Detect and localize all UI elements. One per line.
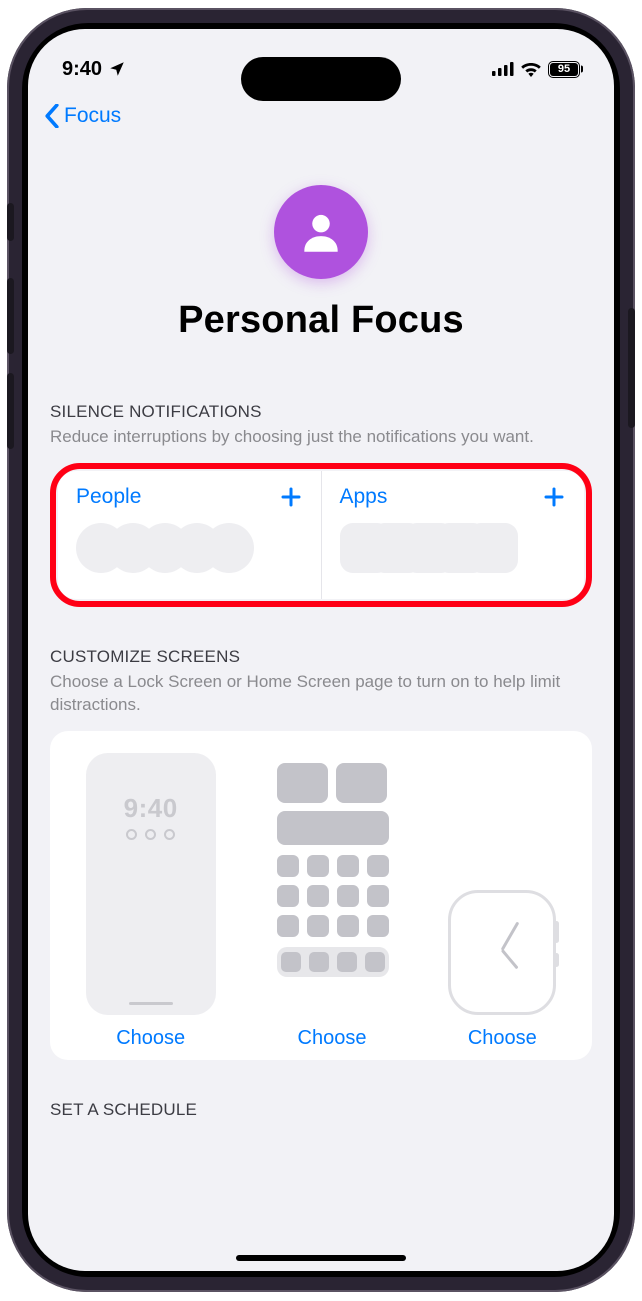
back-label: Focus <box>64 104 121 128</box>
people-label: People <box>76 485 141 509</box>
schedule-section: SET A SCHEDULE <box>28 1060 614 1120</box>
apps-placeholder <box>340 523 518 573</box>
screen: 9:40 95 Focus <box>28 29 614 1271</box>
lock-screen-option[interactable]: 9:40 Choose <box>86 753 216 1050</box>
people-cell[interactable]: People <box>58 471 321 599</box>
add-people-icon[interactable] <box>279 485 303 509</box>
apps-label: Apps <box>340 485 388 509</box>
screens-card: 9:40 Choose Choose <box>50 731 592 1060</box>
hero: Personal Focus <box>28 143 614 362</box>
location-icon <box>108 60 126 78</box>
silence-subtext: Reduce interruptions by choosing just th… <box>50 426 592 449</box>
status-bar: 9:40 95 <box>28 29 614 89</box>
back-button[interactable]: Focus <box>44 104 121 128</box>
wifi-icon <box>520 61 542 77</box>
lock-time: 9:40 <box>86 793 216 824</box>
choose-home-label: Choose <box>298 1027 367 1050</box>
mute-switch <box>7 203 14 241</box>
watch-preview <box>448 890 556 1015</box>
cellular-icon <box>492 62 514 76</box>
page-title: Personal Focus <box>178 299 464 342</box>
power-button <box>628 308 635 428</box>
add-apps-icon[interactable] <box>542 485 566 509</box>
watch-option[interactable]: Choose <box>448 890 556 1050</box>
choose-lock-label: Choose <box>116 1027 185 1050</box>
choose-watch-label: Choose <box>468 1027 537 1050</box>
lock-screen-preview: 9:40 <box>86 753 216 1015</box>
customize-heading: CUSTOMIZE SCREENS <box>50 647 592 667</box>
home-indicator[interactable] <box>236 1255 406 1261</box>
silence-section: SILENCE NOTIFICATIONS Reduce interruptio… <box>28 362 614 607</box>
phone-frame: 9:40 95 Focus <box>7 8 635 1292</box>
home-screen-preview <box>267 753 397 1015</box>
people-placeholder <box>76 523 254 573</box>
schedule-heading: SET A SCHEDULE <box>50 1100 592 1120</box>
personal-focus-icon <box>274 185 368 279</box>
home-screen-option[interactable]: Choose <box>267 753 397 1050</box>
silence-card: People Apps <box>58 471 584 599</box>
customize-section: CUSTOMIZE SCREENS Choose a Lock Screen o… <box>28 607 614 1060</box>
status-time: 9:40 <box>62 58 102 81</box>
battery-icon: 95 <box>548 61 580 78</box>
customize-subtext: Choose a Lock Screen or Home Screen page… <box>50 671 592 717</box>
silence-heading: SILENCE NOTIFICATIONS <box>50 402 592 422</box>
annotation-highlight: People Apps <box>50 463 592 607</box>
volume-down-button <box>7 373 14 449</box>
battery-percentage: 95 <box>558 63 570 75</box>
apps-cell[interactable]: Apps <box>321 471 585 599</box>
volume-up-button <box>7 278 14 354</box>
